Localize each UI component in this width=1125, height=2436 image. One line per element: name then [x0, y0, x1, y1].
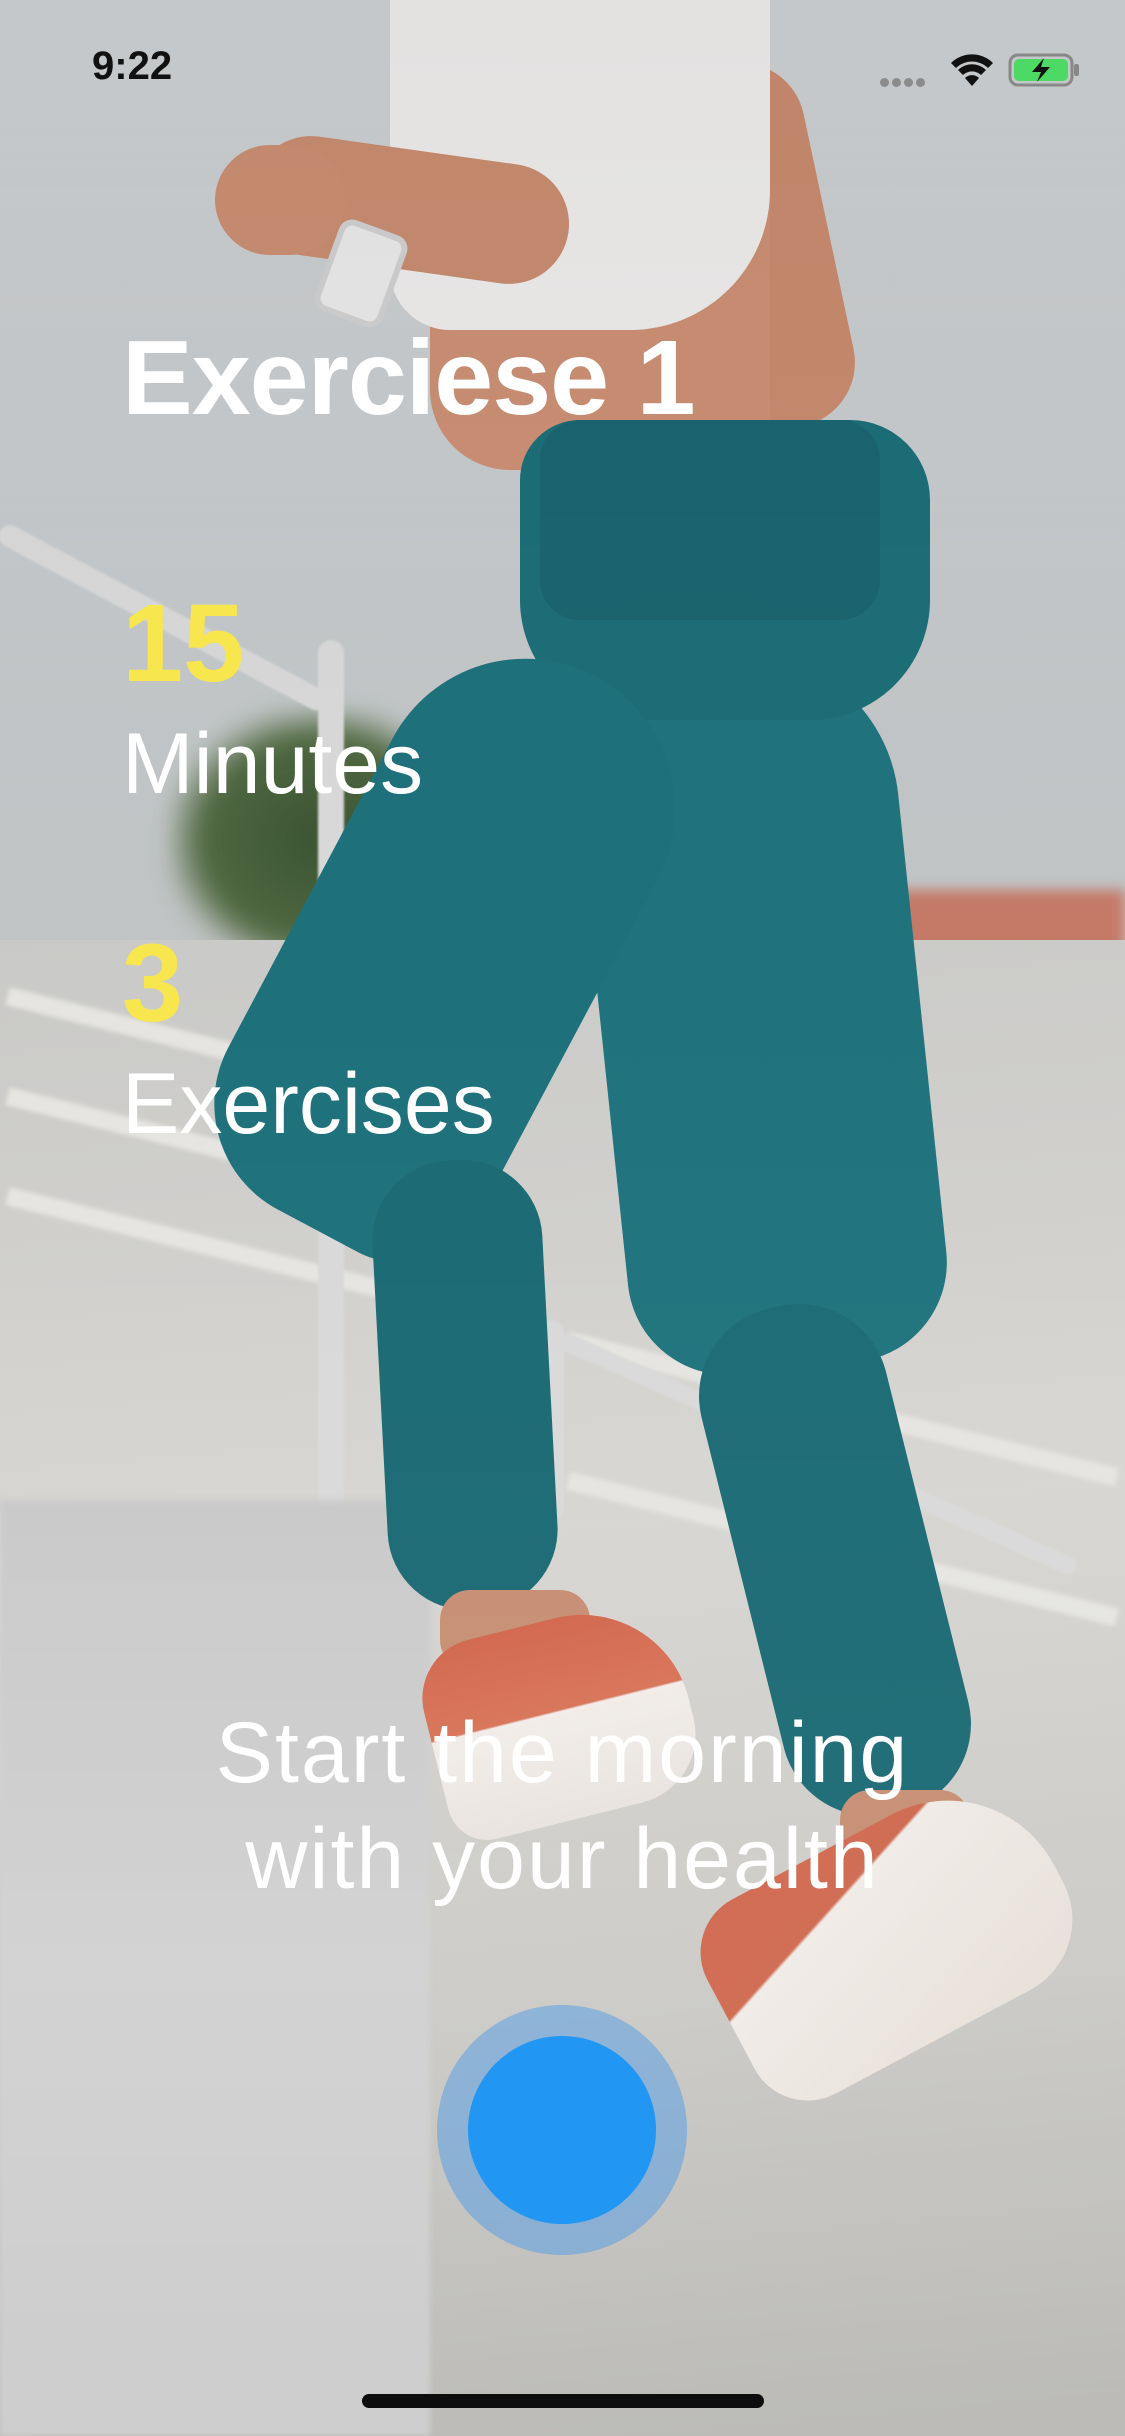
- duration-label: Minutes: [122, 716, 424, 812]
- status-bar: 9:22: [0, 0, 1125, 132]
- exercise-count-label: Exercises: [122, 1056, 495, 1152]
- tagline-line: with your health: [245, 1811, 880, 1907]
- workout-title: Exerciese 1: [122, 319, 696, 437]
- start-button[interactable]: [437, 2005, 687, 2255]
- start-button-core[interactable]: [468, 2036, 656, 2224]
- tagline-line: Start the morning: [215, 1705, 910, 1801]
- tagline: Start the morning with your health: [0, 1700, 1125, 1912]
- exercise-count-value: 3: [122, 922, 184, 1045]
- workout-intro-screen: 9:22 Exerciese 1 15 Minutes 3 Exercises …: [0, 0, 1125, 2436]
- battery-charging-icon: [1008, 53, 1079, 87]
- wifi-icon: [951, 54, 993, 86]
- cellular-signal-icon: [880, 74, 932, 87]
- home-indicator[interactable]: [362, 2394, 764, 2408]
- status-time: 9:22: [92, 44, 173, 88]
- duration-value: 15: [122, 582, 245, 705]
